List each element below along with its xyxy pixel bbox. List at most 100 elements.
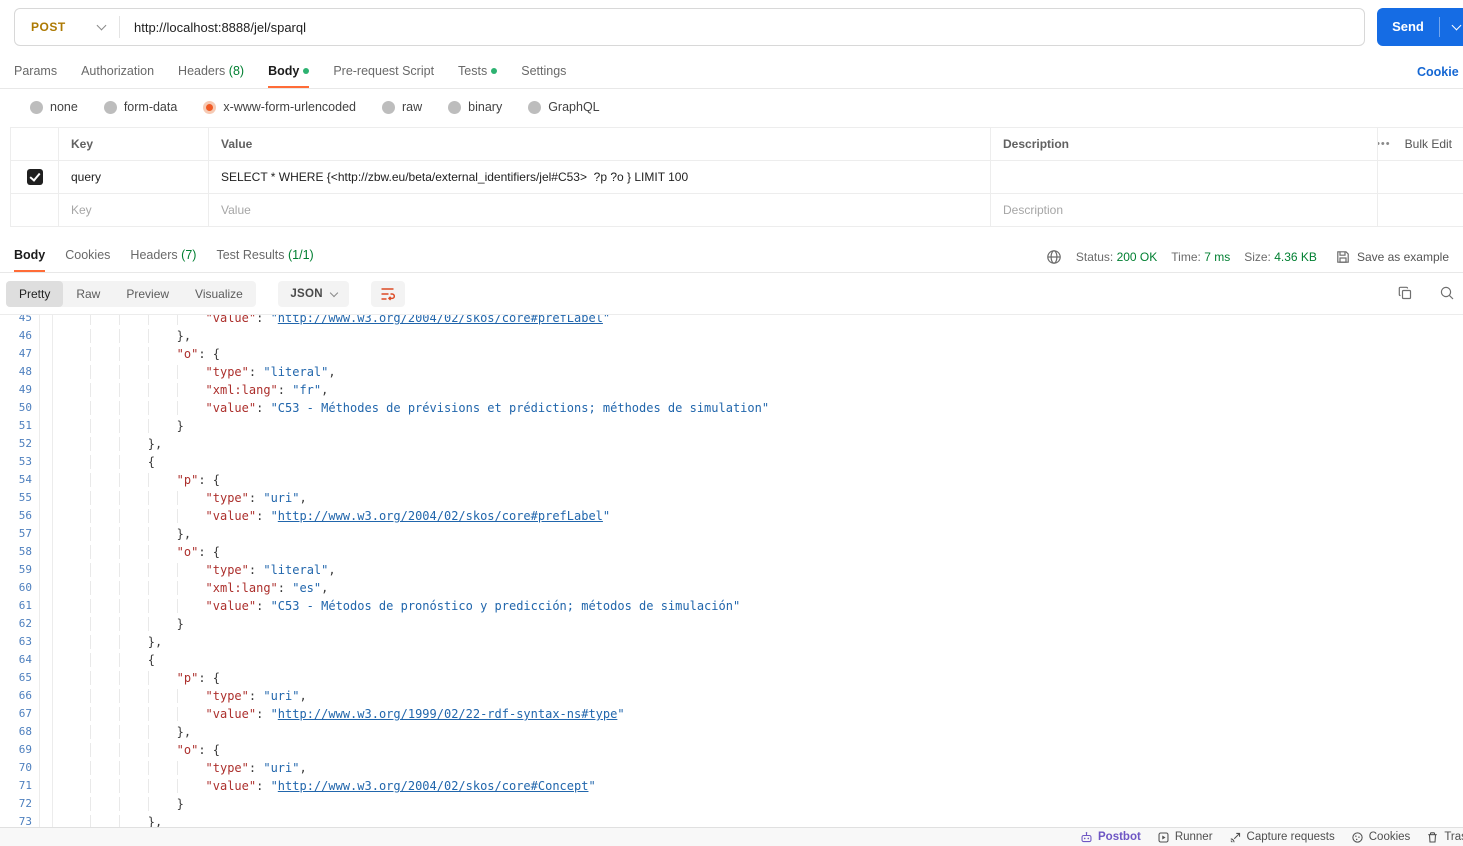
fold-gutter[interactable]	[40, 579, 53, 597]
fold-gutter[interactable]	[40, 507, 53, 525]
runner-icon	[1157, 831, 1170, 844]
footer-trash-button[interactable]: Trash	[1426, 831, 1463, 844]
wrap-text-button[interactable]	[371, 281, 406, 307]
bulk-edit-button[interactable]: Bulk Edit	[1405, 137, 1452, 151]
footer-runner-button[interactable]: Runner	[1157, 831, 1213, 844]
fold-gutter[interactable]	[40, 669, 53, 687]
fold-gutter[interactable]	[40, 813, 53, 827]
json-link[interactable]: http://www.w3.org/1999/02/22-rdf-syntax-…	[278, 707, 618, 721]
indent-guide	[61, 315, 90, 325]
key-input-placeholder[interactable]: Key	[59, 194, 209, 226]
fold-gutter[interactable]	[40, 471, 53, 489]
response-tab-headers[interactable]: Headers (7)	[130, 240, 196, 272]
cookies-link[interactable]: Cookie	[1417, 56, 1459, 88]
footer-postbot-button[interactable]: Postbot	[1080, 831, 1141, 844]
indent-guide	[119, 635, 148, 649]
footer-cookies-button[interactable]: Cookies	[1351, 831, 1410, 844]
tab-body[interactable]: Body	[268, 56, 310, 88]
fold-gutter[interactable]	[40, 489, 53, 507]
description-input-placeholder[interactable]: Description	[991, 194, 1378, 226]
indent-guide	[90, 743, 119, 757]
code-line: 59 "type": "literal",	[0, 561, 1463, 579]
fold-gutter[interactable]	[40, 525, 53, 543]
method-selector[interactable]: POST	[15, 20, 119, 34]
json-punctuation: :	[256, 779, 271, 793]
view-tab-raw[interactable]: Raw	[63, 281, 113, 307]
json-link[interactable]: http://www.w3.org/2004/02/skos/core#Conc…	[278, 779, 589, 793]
network-globe-icon[interactable]	[1046, 249, 1062, 265]
fold-gutter[interactable]	[40, 417, 53, 435]
search-icon[interactable]	[1439, 285, 1455, 301]
fold-gutter[interactable]	[40, 543, 53, 561]
bulk-edit-cell: ••• Bulk Edit	[1378, 128, 1463, 160]
tab-settings[interactable]: Settings	[521, 56, 566, 88]
json-link[interactable]: http://www.w3.org/2004/02/skos/core#pref…	[278, 509, 603, 523]
body-mode-GraphQL[interactable]: GraphQL	[528, 100, 600, 114]
json-link[interactable]: http://www.w3.org/2004/02/skos/core#pref…	[278, 315, 603, 325]
code-line: 61 "value": "C53 - Métodos de pronóstico…	[0, 597, 1463, 615]
fold-gutter[interactable]	[40, 597, 53, 615]
fold-gutter[interactable]	[40, 723, 53, 741]
value-input-placeholder[interactable]: Value	[209, 194, 991, 226]
view-tab-preview[interactable]: Preview	[113, 281, 182, 307]
code-line: 51 }	[0, 417, 1463, 435]
value-cell[interactable]: SELECT * WHERE {<http://zbw.eu/beta/exte…	[209, 161, 991, 193]
fold-gutter[interactable]	[40, 561, 53, 579]
tab-authorization[interactable]: Authorization	[81, 56, 154, 88]
indent-guide	[119, 401, 148, 415]
checkbox-checked[interactable]	[26, 169, 43, 185]
indent-guide	[148, 563, 177, 577]
response-tab-test-results[interactable]: Test Results (1/1)	[216, 240, 313, 272]
tab-headers[interactable]: Headers (8)	[178, 56, 244, 88]
footer-capture-requests-button[interactable]: Capture requests	[1229, 831, 1335, 844]
tab-params[interactable]: Params	[14, 56, 57, 88]
fold-gutter[interactable]	[40, 399, 53, 417]
fold-gutter[interactable]	[40, 705, 53, 723]
fold-gutter[interactable]	[40, 345, 53, 363]
fold-gutter[interactable]	[40, 633, 53, 651]
response-body-viewer[interactable]: 45 "value": "http://www.w3.org/2004/02/s…	[0, 314, 1463, 827]
copy-icon[interactable]	[1397, 285, 1413, 301]
fold-gutter[interactable]	[40, 615, 53, 633]
json-punctuation: },	[176, 527, 192, 541]
json-punctuation: :	[248, 365, 264, 379]
fold-gutter[interactable]	[40, 363, 53, 381]
view-tab-pretty[interactable]: Pretty	[6, 281, 64, 307]
urlencoded-params-table: KeyValueDescription•••Bulk EditquerySELE…	[10, 127, 1463, 227]
key-cell[interactable]: query	[59, 161, 209, 193]
url-input[interactable]	[120, 19, 1364, 35]
send-button[interactable]: Send	[1377, 8, 1463, 46]
save-as-example-button[interactable]: Save as example	[1335, 249, 1449, 265]
fold-gutter[interactable]	[40, 435, 53, 453]
fold-gutter[interactable]	[40, 327, 53, 345]
description-cell[interactable]	[991, 161, 1378, 193]
tab-pre-request-script[interactable]: Pre-request Script	[333, 56, 434, 88]
body-mode-binary[interactable]: binary	[448, 100, 502, 114]
indent-guide	[119, 347, 148, 361]
code-text: "type": "uri",	[53, 759, 307, 777]
send-options-button[interactable]	[1440, 8, 1463, 46]
column-header-value: Value	[209, 128, 991, 160]
body-mode-form-data[interactable]: form-data	[103, 100, 177, 114]
body-mode-raw[interactable]: raw	[382, 100, 422, 114]
fold-gutter[interactable]	[40, 651, 53, 669]
fold-gutter[interactable]	[40, 741, 53, 759]
view-tab-visualize[interactable]: Visualize	[182, 281, 256, 307]
body-mode-none[interactable]: none	[30, 100, 78, 114]
fold-gutter[interactable]	[40, 315, 53, 327]
fold-gutter[interactable]	[40, 453, 53, 471]
fold-gutter[interactable]	[40, 777, 53, 795]
tab-tests[interactable]: Tests	[458, 56, 498, 88]
response-tab-cookies[interactable]: Cookies	[65, 240, 110, 272]
fold-gutter[interactable]	[40, 759, 53, 777]
language-selector[interactable]: JSON	[278, 281, 349, 307]
more-options-icon[interactable]: •••	[1378, 138, 1391, 150]
fold-gutter[interactable]	[40, 795, 53, 813]
fold-gutter[interactable]	[40, 687, 53, 705]
json-key: "value"	[205, 779, 257, 793]
fold-gutter[interactable]	[40, 381, 53, 399]
code-line: 73 },	[0, 813, 1463, 827]
body-mode-x-www-form-urlencoded[interactable]: x-www-form-urlencoded	[203, 100, 356, 114]
response-tab-body[interactable]: Body	[14, 240, 46, 272]
line-number: 68	[0, 723, 40, 741]
